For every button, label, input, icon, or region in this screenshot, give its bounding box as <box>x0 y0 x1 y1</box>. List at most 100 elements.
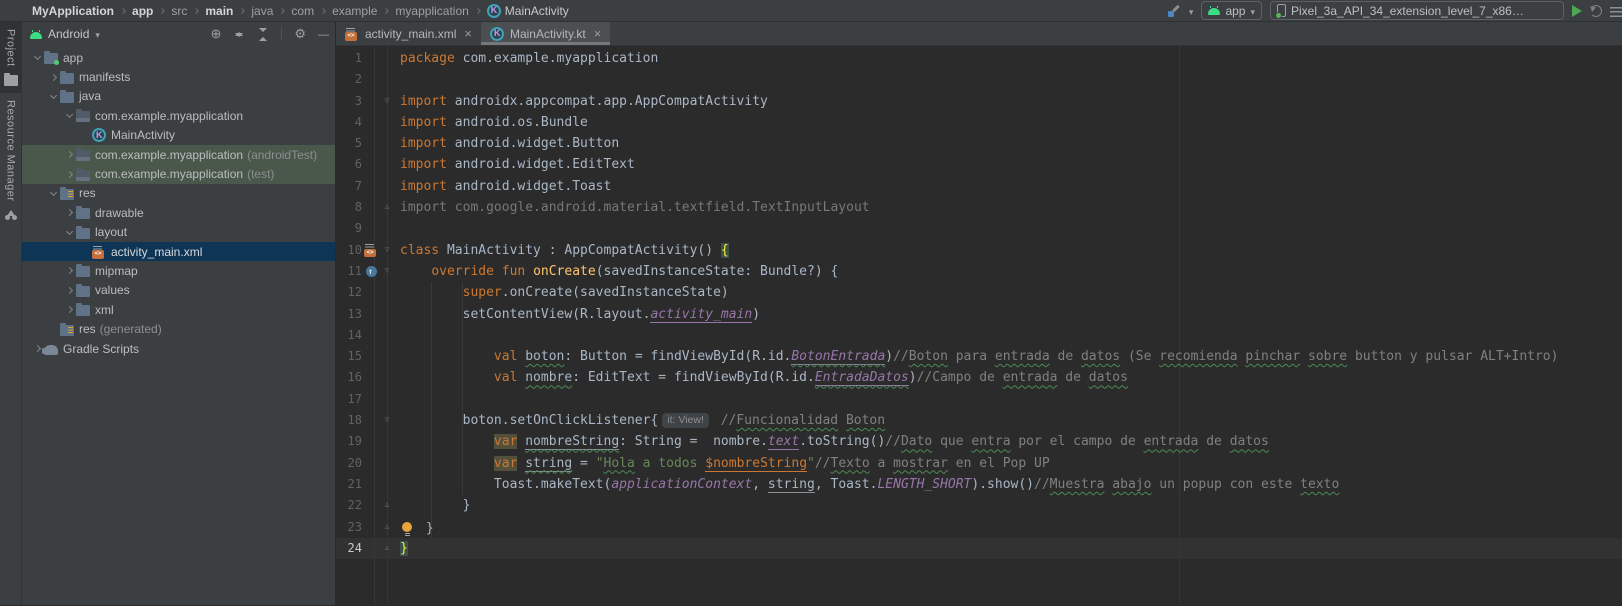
code-line[interactable]: 4import android.os.Bundle <box>336 112 1622 133</box>
code-line[interactable]: 9 <box>336 218 1622 239</box>
fold-marker[interactable]: ▵ <box>380 517 394 538</box>
tree-item[interactable]: com.example.myapplication(androidTest) <box>22 145 335 164</box>
code-line[interactable]: 5import android.widget.Button <box>336 133 1622 154</box>
fold-marker[interactable]: ▿ <box>380 240 394 261</box>
code-seg: en el Pop UP <box>948 456 1050 471</box>
tree-item[interactable]: MainActivity <box>22 126 335 145</box>
tree-item[interactable]: activity_main.xml <box>22 242 335 261</box>
code-line[interactable]: 20 var string = "Hola a todos $nombreStr… <box>336 453 1622 474</box>
stripe-button-project[interactable]: Project <box>0 22 21 93</box>
chevron-collapsed-icon[interactable] <box>65 267 72 274</box>
fold-marker[interactable]: ▵ <box>380 197 394 218</box>
chevron-collapsed-icon[interactable] <box>65 287 72 294</box>
chevron-collapsed-icon[interactable] <box>49 74 56 81</box>
code-line[interactable]: 21 Toast.makeText(applicationContext, st… <box>336 474 1622 495</box>
gutter-icon-slot <box>362 517 380 538</box>
stripe-button-resource-manager[interactable]: Resource Manager <box>0 93 21 228</box>
code-line[interactable]: 23▵ } <box>336 517 1622 538</box>
code-line[interactable]: 10▿class MainActivity : AppCompatActivit… <box>336 240 1622 261</box>
code-line[interactable]: 1package com.example.myapplication <box>336 48 1622 69</box>
chevron-expanded-icon[interactable] <box>33 53 40 60</box>
code-line[interactable]: 24▵} <box>336 538 1622 559</box>
run-button[interactable] <box>1572 5 1582 17</box>
code-line[interactable]: 18▿ boton.setOnClickListener{it: View! /… <box>336 410 1622 431</box>
device-select[interactable]: Pixel_3a_API_34_extension_level_7_x86… <box>1270 1 1564 20</box>
breadcrumb-item[interactable]: MyApplication <box>32 4 114 18</box>
code-line[interactable]: 22▵ } <box>336 495 1622 516</box>
breadcrumb-item[interactable]: src <box>171 4 187 18</box>
chevron-collapsed-icon[interactable] <box>33 345 40 352</box>
project-view-selector[interactable]: Android <box>30 27 100 41</box>
chevron-collapsed-icon[interactable] <box>65 151 72 158</box>
code-seg: Dato <box>901 434 932 449</box>
tree-item[interactable]: layout <box>22 223 335 242</box>
close-icon[interactable]: × <box>464 26 472 41</box>
tree-item[interactable]: xml <box>22 300 335 319</box>
breadcrumb-item[interactable]: main <box>205 4 233 18</box>
code-line[interactable]: 8▵import com.google.android.material.tex… <box>336 197 1622 218</box>
chevron-collapsed-icon[interactable] <box>65 306 72 313</box>
fold-marker[interactable]: ▵ <box>380 495 394 516</box>
chevron-expanded-icon[interactable] <box>49 189 56 196</box>
tree-item[interactable]: Gradle Scripts <box>22 339 335 358</box>
editor[interactable]: 1package com.example.myapplication23▿imp… <box>336 46 1622 605</box>
android-icon <box>1208 8 1220 15</box>
tree-item[interactable]: com.example.myapplication <box>22 106 335 125</box>
code-line[interactable]: 15 val boton: Button = findViewById(R.id… <box>336 346 1622 367</box>
code-line[interactable]: 16 val nombre: EditText = findViewById(R… <box>336 367 1622 388</box>
build-dropdown-icon[interactable] <box>1189 4 1194 18</box>
tree-item[interactable]: drawable <box>22 203 335 222</box>
code-line[interactable]: 6import android.widget.EditText <box>336 154 1622 175</box>
code-line[interactable]: 12 super.onCreate(savedInstanceState) <box>336 282 1622 303</box>
layout-icon[interactable] <box>364 243 378 257</box>
run-configuration-select[interactable]: app <box>1201 1 1262 20</box>
code-line[interactable]: 11▿ override fun onCreate(savedInstanceS… <box>336 261 1622 282</box>
code-line[interactable]: 19 var nombreString: String = nombre.tex… <box>336 431 1622 452</box>
tree-item[interactable]: mipmap <box>22 261 335 280</box>
code-line[interactable]: 3▿import androidx.appcompat.app.AppCompa… <box>336 91 1622 112</box>
chevron-expanded-icon[interactable] <box>49 92 56 99</box>
build-icon[interactable] <box>1166 4 1181 18</box>
breadcrumb-item[interactable]: MainActivity <box>487 4 569 18</box>
tab-activity_main-xml[interactable]: activity_main.xml× <box>336 22 481 45</box>
tree-item[interactable]: com.example.myapplication(test) <box>22 164 335 183</box>
code-line[interactable]: 7import android.widget.Toast <box>336 176 1622 197</box>
collapse-all-icon[interactable] <box>257 28 269 41</box>
fold-marker[interactable]: ▿ <box>380 261 394 282</box>
tab-MainActivity-kt[interactable]: MainActivity.kt× <box>481 22 610 45</box>
more-actions-icon[interactable] <box>1610 7 1622 17</box>
code-line[interactable]: 13 setContentView(R.layout.activity_main… <box>336 304 1622 325</box>
code-line[interactable]: 17 <box>336 389 1622 410</box>
tree-item[interactable]: java <box>22 87 335 106</box>
close-icon[interactable]: × <box>594 26 602 41</box>
breadcrumb-item[interactable]: java <box>251 4 273 18</box>
tree-item[interactable]: values <box>22 281 335 300</box>
chevron-expanded-icon[interactable] <box>65 111 72 118</box>
gear-icon[interactable] <box>294 27 306 41</box>
fold-marker[interactable]: ▿ <box>380 91 394 112</box>
breadcrumb-separator-icon <box>280 8 286 14</box>
chevron-collapsed-icon[interactable] <box>65 170 72 177</box>
breadcrumb-item[interactable]: com <box>291 4 314 18</box>
tree-item[interactable]: manifests <box>22 67 335 86</box>
chevron-expanded-icon[interactable] <box>65 228 72 235</box>
code-seg: ) <box>752 307 760 322</box>
bulb-icon[interactable] <box>402 522 412 532</box>
hide-panel-icon[interactable] <box>318 27 329 42</box>
tree-item[interactable]: res(generated) <box>22 319 335 338</box>
select-opened-file-icon[interactable] <box>210 27 221 41</box>
breadcrumb-item[interactable]: app <box>132 4 153 18</box>
breadcrumb-item[interactable]: example <box>332 4 377 18</box>
tree-item[interactable]: res <box>22 184 335 203</box>
code-line[interactable]: 2 <box>336 69 1622 90</box>
fold-marker[interactable]: ▵ <box>380 538 394 559</box>
breadcrumb-item[interactable]: myapplication <box>395 4 468 18</box>
code-line[interactable]: 14 <box>336 325 1622 346</box>
fold-marker[interactable]: ▿ <box>380 410 394 431</box>
breadcrumb-label: com <box>291 4 314 18</box>
rerun-icon[interactable] <box>1590 5 1602 17</box>
tree-item[interactable]: app <box>22 48 335 67</box>
chevron-collapsed-icon[interactable] <box>65 209 72 216</box>
override-icon[interactable] <box>366 266 377 277</box>
expand-all-icon[interactable] <box>233 28 245 41</box>
